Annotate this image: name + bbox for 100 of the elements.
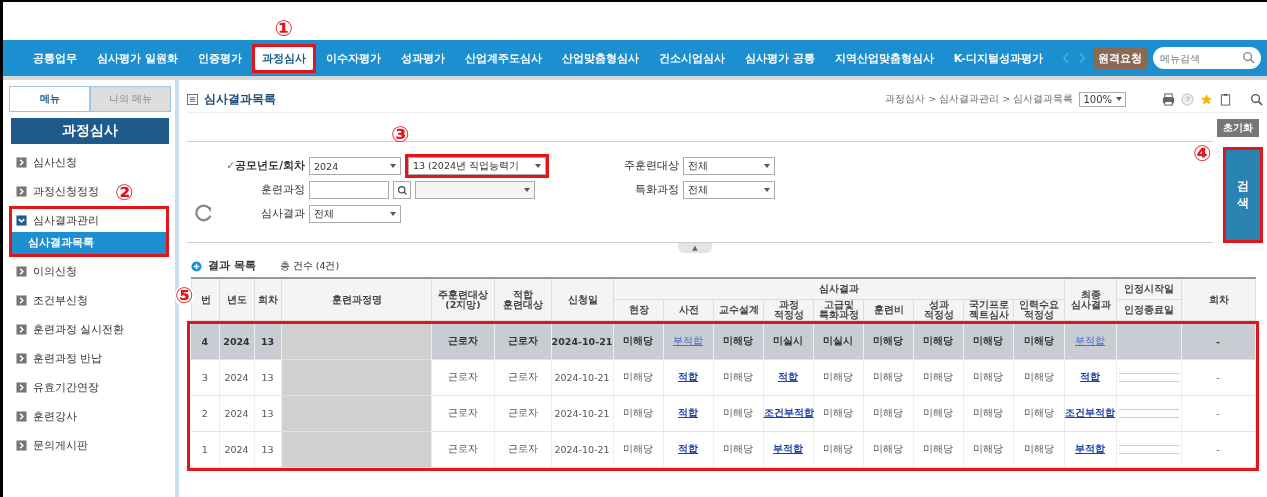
result-link[interactable]: 조건부적합 — [1065, 407, 1115, 418]
round-select[interactable]: 13 (2024년 직업능력기 — [408, 157, 546, 175]
column-header: 년도 — [219, 278, 255, 321]
nav-tab[interactable]: K-디지털성과평가 — [946, 46, 1050, 70]
sidebar-heading: 과정심사 — [11, 118, 169, 144]
table-cell: - — [1181, 431, 1255, 468]
nav-tab[interactable]: 산업맞춤형심사 — [554, 46, 646, 70]
table-cell: 미해당 — [963, 431, 1013, 468]
annotation-number: ① — [274, 17, 294, 40]
sidebar-item-label: 심사신청 — [33, 155, 77, 170]
table-cell: 미해당 — [963, 359, 1013, 396]
filter-label: 특화과정 — [634, 183, 679, 197]
result-link[interactable]: 적합 — [1080, 371, 1100, 382]
result-link[interactable]: 적합 — [678, 443, 698, 454]
sidebar-item[interactable]: 유효기간연장 — [12, 376, 103, 399]
table-cell: 4 — [191, 324, 219, 360]
sidebar-item[interactable]: 훈련과정 실시전환 — [12, 318, 129, 341]
result-link[interactable]: 부적합 — [1075, 443, 1105, 454]
table-cell: 근로자 — [494, 395, 551, 432]
help-icon[interactable] — [1181, 92, 1194, 106]
table-cell: 근로자 — [494, 359, 551, 396]
list-title: 결과 목록 — [208, 259, 256, 273]
table-cell: 미해당 — [613, 395, 663, 432]
table-row[interactable]: 3 2024 13 근로자 근로자 2024-10-21 미해당 적합 미해당 적합 미해당 미해당 미해당 미해당 미해당 적합 - — [191, 359, 1255, 396]
column-header: 훈련과정명 — [281, 278, 432, 321]
sidebar-tab[interactable]: 메뉴 — [9, 86, 90, 112]
table-cell: 미해당 — [963, 324, 1013, 360]
table-cell: 미해당 — [863, 395, 913, 432]
filter-select[interactable]: 전체 — [683, 157, 775, 175]
table-cell: 근로자 — [494, 431, 551, 468]
lookup-button[interactable] — [393, 181, 411, 199]
sidebar-item-label: 유효기간연장 — [33, 380, 99, 395]
table-cell: 미해당 — [863, 431, 913, 468]
nav-tab[interactable]: 지역산업맞춤형심사 — [827, 46, 941, 70]
table-cell: 미해당 — [613, 431, 663, 468]
sidebar-item[interactable]: 심사결과관리 — [12, 209, 103, 232]
table-cell: 2024-10-21 — [551, 395, 613, 432]
table-cell: 미해당 — [713, 359, 763, 396]
star-icon[interactable] — [1200, 92, 1213, 106]
sidebar-item[interactable]: 훈련과정 반납 — [12, 347, 107, 370]
sidebar-item[interactable]: 과정신청정정 — [12, 180, 103, 203]
column-header: 회차 — [254, 278, 282, 321]
table-cell: 근로자 — [431, 431, 494, 468]
table-cell: - — [1181, 395, 1255, 432]
table-row[interactable]: 1 2024 13 근로자 근로자 2024-10-21 미해당 적합 미해당 부적합 미해당 미해당 미해당 미해당 미해당 부적합 - — [191, 431, 1255, 468]
table-cell: 미해당 — [913, 324, 963, 360]
nav-tab[interactable]: 산업계주도심사 — [457, 46, 549, 70]
zoom-select[interactable]: 100% — [1079, 91, 1126, 107]
result-link[interactable]: 적합 — [678, 371, 698, 382]
search-icon — [396, 184, 408, 196]
reset-button[interactable]: 초기화 — [1217, 119, 1259, 137]
sidebar-item[interactable]: 훈련강사 — [12, 405, 81, 428]
table-cell: 1 — [191, 431, 219, 468]
sidebar-item-label: 훈련과정 반납 — [33, 351, 103, 366]
column-header: 최종 심사결과 — [1064, 278, 1117, 321]
result-link[interactable]: 조건부적합 — [763, 407, 814, 418]
result-link[interactable]: 부적합 — [773, 443, 803, 454]
list-icon — [187, 93, 198, 105]
table-cell: 근로자 — [431, 324, 494, 360]
nav-tab[interactable]: 공통업무 — [26, 46, 84, 70]
clipboard-icon[interactable] — [1219, 92, 1232, 106]
result-link[interactable]: 적합 — [778, 371, 798, 382]
sidebar-item[interactable]: 이의신청 — [12, 260, 81, 283]
year-select[interactable]: 2024 — [309, 157, 401, 175]
nav-tab[interactable]: 심사평가 일원화 — [90, 46, 185, 70]
table-cell: 13 — [254, 395, 281, 432]
table-row[interactable]: 2 2024 13 근로자 근로자 2024-10-21 미해당 적합 미해당 조건부적합 미해당 미해당 미해당 미해당 미해당 조건부적합 - — [191, 395, 1255, 432]
sidebar-item[interactable]: 조건부신청 — [12, 289, 92, 312]
search-icon[interactable] — [1242, 51, 1255, 64]
page-title: 심사결과목록 — [204, 90, 276, 108]
filter-select[interactable]: 전체 — [309, 205, 401, 223]
table-cell: 2024 — [219, 395, 254, 432]
menu-search-field[interactable]: 메뉴검색 — [1153, 47, 1261, 69]
sidebar-item[interactable]: 문의게시판 — [12, 434, 92, 457]
result-link[interactable]: 적합 — [678, 407, 698, 418]
table-cell: 미해당 — [613, 324, 663, 360]
nav-tab[interactable]: 건소시업심사 — [651, 46, 732, 70]
search-icon[interactable] — [1250, 92, 1263, 106]
table-cell: 미해당 — [713, 431, 763, 468]
column-header: 인정시작일 — [1116, 278, 1182, 300]
remote-request-button[interactable]: 원격요청 — [1093, 46, 1147, 70]
sidebar-item[interactable]: 심사신청 — [12, 151, 81, 174]
table-cell: 2024 — [219, 359, 254, 396]
filter-label: ✓공모년도/회차 — [225, 159, 305, 173]
filter-select[interactable]: 전체 — [683, 181, 775, 199]
nav-tab[interactable]: 성과평가 — [393, 46, 452, 70]
table-cell: 근로자 — [494, 324, 551, 360]
table-cell: 2024-10-21 — [551, 431, 613, 468]
table-cell: 미해당 — [963, 395, 1013, 432]
nav-tab[interactable]: 심사평가 공통 — [737, 46, 822, 70]
sidebar-subitem[interactable]: 심사결과목록 — [12, 232, 166, 254]
nav-tab[interactable]: 과정심사 — [254, 46, 313, 70]
course-input[interactable] — [309, 181, 389, 199]
list-bullet-icon — [191, 260, 202, 272]
nav-tab[interactable]: 이수자평가 — [318, 46, 388, 70]
search-button[interactable]: 검색 — [1226, 150, 1260, 240]
printer-icon[interactable] — [1162, 92, 1175, 106]
table-cell: 2024 — [219, 324, 254, 360]
nav-tab[interactable]: 인증평가 — [190, 46, 249, 70]
table-cell: 미해당 — [813, 359, 863, 396]
